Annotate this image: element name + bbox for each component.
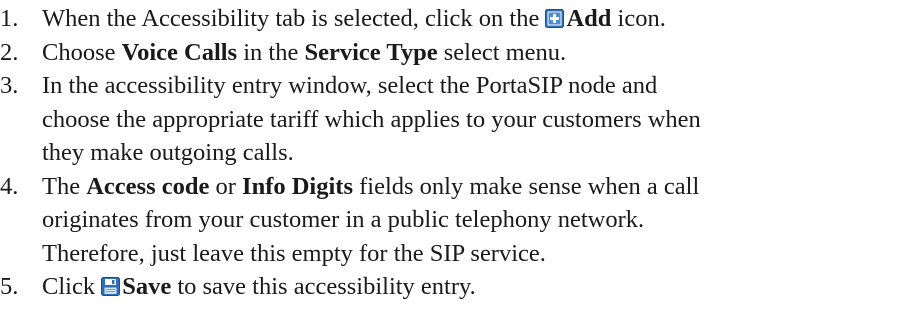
step-text: When the Accessibility tab is selected, …: [42, 5, 546, 32]
step-text-line-2: originates from your customer in a publi…: [42, 206, 645, 233]
step-text: or: [209, 172, 243, 200]
step-text-line-3: Therefore, just leave this empty for the…: [42, 239, 546, 267]
step-number: 3.: [0, 72, 19, 99]
service-type-label: Service Type: [304, 38, 438, 66]
step-text: The: [42, 172, 87, 200]
step-number: 5.: [0, 273, 19, 300]
step-4: 4. The Access code or Info Digits fields …: [0, 170, 909, 271]
add-label: Add: [566, 5, 612, 32]
save-label: Save: [122, 273, 172, 300]
step-number: 4.: [0, 172, 19, 200]
step-text-line-2: choose the appropriate tariff which appl…: [42, 105, 701, 133]
step-text-line-3: they make outgoing calls.: [42, 139, 294, 166]
step-text: select menu.: [437, 38, 567, 66]
instruction-steps: 1. When the Accessibility tab is selected…: [0, 0, 909, 304]
step-number: 1.: [0, 5, 19, 32]
step-2: 2. Choose Voice Calls in the Service Type…: [0, 36, 909, 70]
step-text: to save this accessibility entry.: [171, 273, 476, 300]
step-number: 2.: [0, 38, 19, 66]
access-code-label: Access code: [86, 172, 210, 200]
step-5: 5. Click Save to save this accessibility …: [0, 270, 909, 304]
step-text: icon.: [611, 5, 666, 32]
save-icon: [101, 277, 121, 296]
step-text-line-1: In the accessibility entry window, selec…: [42, 72, 658, 99]
step-3: 3. In the accessibility entry window, sel…: [0, 69, 909, 170]
step-text: in the: [237, 38, 305, 66]
step-text: Choose: [42, 38, 122, 66]
voice-calls-label: Voice Calls: [121, 38, 238, 66]
add-icon: [545, 9, 565, 28]
step-text: Click: [42, 273, 102, 300]
step-text: fields only make sense when a call: [352, 172, 700, 200]
step-1: 1. When the Accessibility tab is selected…: [0, 2, 909, 36]
info-digits-label: Info Digits: [242, 172, 353, 200]
